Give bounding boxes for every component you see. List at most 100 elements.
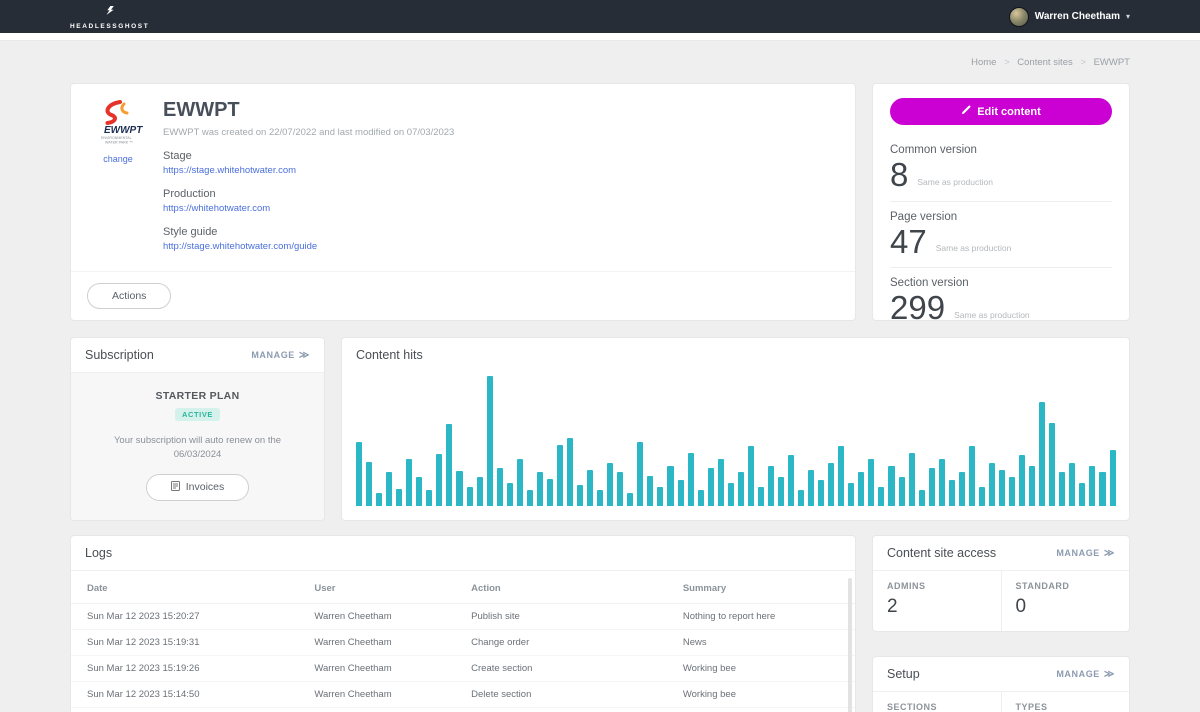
chart-bar: [909, 453, 915, 506]
production-url-link[interactable]: https://whitehotwater.com: [163, 203, 839, 214]
table-row: Sun Mar 12 2023 15:20:27 Warren Cheetham…: [71, 604, 855, 630]
log-user-cell: Warren Cheetham: [298, 604, 455, 630]
common-version-item: Common version 8 Same as production: [890, 135, 1112, 201]
chart-bar: [768, 466, 774, 506]
chart-bar: [959, 472, 965, 506]
versions-card: Edit content Common version 8 Same as pr…: [872, 83, 1130, 321]
chart-bar: [356, 442, 362, 506]
style-guide-url-link[interactable]: http://stage.whitehotwater.com/guide: [163, 241, 839, 252]
chart-bar: [517, 459, 523, 506]
chart-bar: [808, 470, 814, 506]
user-name: Warren Cheetham: [1035, 11, 1120, 22]
logo-tagline-1: ENVIRONMENTAL: [101, 136, 132, 140]
chart-bar: [1099, 472, 1105, 506]
log-date-cell: Sun Mar 12 2023 15:20:27: [71, 604, 298, 630]
brand-logo[interactable]: HEADLESSGHOST: [70, 4, 149, 30]
logs-scrollbar[interactable]: [848, 578, 852, 712]
chart-bar: [989, 463, 995, 506]
chart-bar: [366, 462, 372, 506]
content-site-access-card: Content site access MANAGE≫ ADMINS 2 STA…: [872, 535, 1130, 632]
chart-bar: [1009, 477, 1015, 506]
table-row: Sun Mar 12 2023 15:19:26 Warren Cheetham…: [71, 656, 855, 682]
breadcrumb-home[interactable]: Home: [971, 57, 996, 68]
logs-table: Date User Action Summary Sun Mar 12 2023…: [71, 573, 855, 712]
log-date-cell: Sun Mar 12 2023 15:14:37: [71, 708, 298, 712]
log-date-cell: Sun Mar 12 2023 15:19:31: [71, 630, 298, 656]
chart-bar: [929, 468, 935, 506]
status-badge: ACTIVE: [175, 408, 220, 421]
chart-bar: [456, 471, 462, 506]
chart-bar: [396, 489, 402, 506]
chart-bar: [999, 470, 1005, 506]
standard-count: 0: [1016, 596, 1116, 618]
chart-bar: [748, 446, 754, 506]
breadcrumb-content-sites[interactable]: Content sites: [1017, 57, 1072, 68]
site-logo: EWWPT ENVIRONMENTAL WATER PARK ™: [93, 99, 143, 150]
log-action-cell: Change order: [455, 630, 667, 656]
chart-bar: [868, 459, 874, 506]
chart-bar: [678, 480, 684, 506]
setup-manage-link[interactable]: MANAGE≫: [1056, 669, 1115, 680]
setup-card: Setup MANAGE≫ SECTIONS TYPES: [872, 656, 1130, 712]
chart-bar: [607, 463, 613, 506]
stage-url-link[interactable]: https://stage.whitehotwater.com: [163, 165, 839, 176]
top-navbar: HEADLESSGHOST Warren Cheetham ▾: [0, 0, 1200, 33]
logs-col-user: User: [298, 573, 455, 604]
chart-bar: [637, 442, 643, 506]
chart-bar: [708, 468, 714, 506]
chart-bar: [416, 477, 422, 506]
section-version-item: Section version 299 Same as production: [890, 267, 1112, 321]
common-version-label: Common version: [890, 144, 1112, 156]
chart-bar: [939, 459, 945, 506]
chart-bar: [497, 468, 503, 506]
chart-bar: [1029, 466, 1035, 506]
logs-col-summary: Summary: [667, 573, 855, 604]
chart-bar: [446, 424, 452, 506]
sections-stat: SECTIONS: [873, 692, 1001, 712]
chart-bar: [738, 472, 744, 506]
subscription-manage-link[interactable]: MANAGE≫: [251, 350, 310, 361]
chart-bar: [406, 459, 412, 506]
log-action-cell: Create section: [455, 656, 667, 682]
double-chevron-icon: ≫: [1104, 548, 1115, 559]
breadcrumb-current: EWWPT: [1094, 57, 1130, 68]
edit-content-button[interactable]: Edit content: [890, 98, 1112, 125]
invoices-button[interactable]: Invoices: [146, 474, 250, 501]
chart-bar: [718, 459, 724, 506]
change-logo-link[interactable]: change: [103, 154, 133, 164]
chart-bar: [969, 446, 975, 506]
double-chevron-icon: ≫: [1104, 669, 1115, 680]
invoice-receipt-icon: [171, 481, 180, 494]
chart-bar: [487, 376, 493, 506]
chart-bar: [1069, 463, 1075, 506]
subheader-strip: [0, 33, 1200, 41]
chart-bar: [979, 487, 985, 507]
types-label: TYPES: [1016, 702, 1116, 712]
chart-bar: [899, 477, 905, 506]
chart-bar: [667, 466, 673, 506]
setup-title: Setup: [887, 667, 920, 681]
subscription-card: Subscription MANAGE≫ STARTER PLAN ACTIVE…: [70, 337, 325, 521]
log-date-cell: Sun Mar 12 2023 15:14:50: [71, 682, 298, 708]
section-version-value: 299: [890, 291, 945, 321]
chart-bar: [587, 470, 593, 506]
chart-bar: [778, 477, 784, 506]
log-user-cell: Warren Cheetham: [298, 630, 455, 656]
chart-bar: [1019, 455, 1025, 506]
chart-bar: [688, 453, 694, 506]
chart-bar: [527, 490, 533, 506]
renew-date: 06/03/2024: [174, 449, 222, 460]
access-manage-link[interactable]: MANAGE≫: [1056, 548, 1115, 559]
user-menu[interactable]: Warren Cheetham ▾: [1009, 7, 1130, 27]
chart-bar: [376, 493, 382, 506]
log-user-cell: Warren Cheetham: [298, 682, 455, 708]
logs-header-row: Date User Action Summary: [71, 573, 855, 604]
admins-label: ADMINS: [887, 581, 987, 591]
brand-text: HEADLESSGHOST: [70, 23, 149, 30]
logs-title: Logs: [85, 546, 112, 560]
chart-bar: [1039, 402, 1045, 506]
table-row: Sun Mar 12 2023 15:14:50 Warren Cheetham…: [71, 682, 855, 708]
logs-col-action: Action: [455, 573, 667, 604]
actions-button[interactable]: Actions: [87, 283, 171, 309]
production-label: Production: [163, 188, 839, 200]
